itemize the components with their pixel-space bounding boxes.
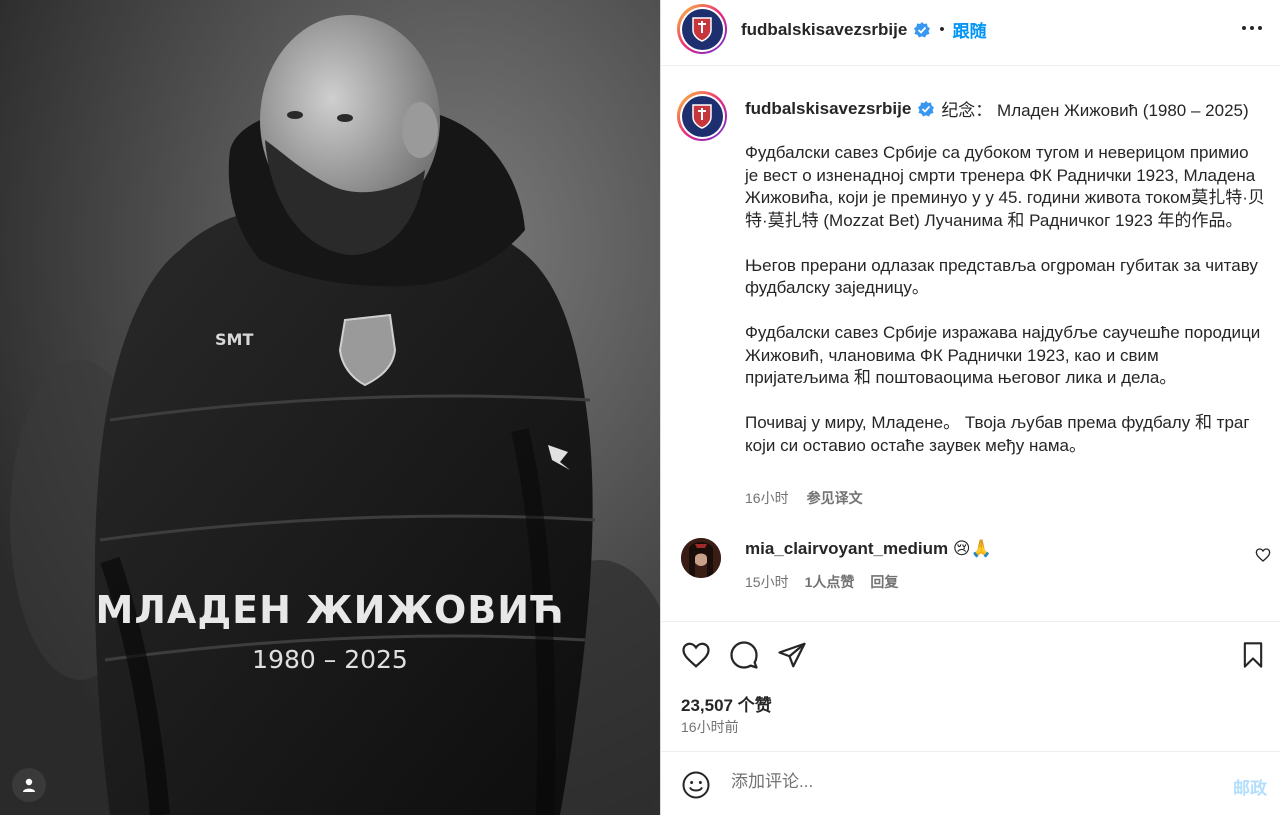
action-icons	[681, 640, 807, 675]
see-translation-button[interactable]: 参见译文	[807, 488, 863, 508]
header-username[interactable]: fudbalskisavezsrbije	[741, 20, 907, 40]
header-account: fudbalskisavezsrbije • 跟随	[741, 17, 987, 42]
reply-button[interactable]: 回复	[870, 572, 898, 592]
comment-time[interactable]: 15小时	[745, 572, 789, 592]
post-image[interactable]: SMT МЛАДЕН ЖИЖОВИЋ 1980 – 2025	[0, 0, 660, 815]
coach-photo: SMT	[0, 0, 660, 815]
comment-like-button[interactable]	[1255, 547, 1271, 568]
commenter-username[interactable]: mia_clairvoyant_medium	[745, 539, 948, 558]
svg-text:SMT: SMT	[215, 330, 253, 349]
post-sidebar: fudbalskisavezsrbije • 跟随 fudbalskisavez…	[660, 0, 1280, 815]
caption-time[interactable]: 16小时	[745, 488, 789, 508]
caption-paragraph: Почивај у миру, Младене。 Твоја љубав пре…	[745, 413, 1250, 455]
caption-username[interactable]: fudbalskisavezsrbije	[745, 99, 911, 119]
paper-plane-icon	[778, 642, 806, 668]
photo-years-overlay: 1980 – 2025	[252, 645, 408, 674]
smiley-icon	[682, 771, 710, 799]
user-icon	[23, 778, 35, 792]
photo-name-overlay: МЛАДЕН ЖИЖОВИЋ	[95, 588, 565, 632]
caption-title: 纪念： Младен Жижовић (1980 – 2025)	[941, 101, 1249, 120]
fss-crest-icon	[692, 17, 712, 42]
post-actions: 23,507 个赞 16小时前	[661, 621, 1280, 751]
fss-crest-icon	[692, 104, 712, 129]
like-button[interactable]	[681, 640, 711, 675]
posted-time[interactable]: 16小时前	[681, 717, 739, 737]
add-comment-bar: 邮政	[661, 751, 1280, 815]
comment-meta: 15小时 1人点赞 回复	[745, 572, 898, 592]
caption-meta: 16小时 参见译文	[745, 488, 863, 508]
post-comment-button[interactable]: 邮政	[1233, 774, 1267, 799]
comment-button[interactable]	[729, 640, 759, 675]
comment-emoji: 😢🙏	[952, 539, 992, 558]
caption-avatar[interactable]	[677, 91, 727, 141]
commenter-avatar[interactable]	[681, 538, 721, 578]
comment-item: mia_clairvoyant_medium 😢🙏 15小时 1人点赞 回复	[681, 536, 1271, 606]
verified-badge-icon	[918, 100, 935, 116]
caption-section: fudbalskisavezsrbije 纪念： Младен Жижовић …	[661, 66, 1280, 621]
emoji-picker-button[interactable]	[681, 770, 711, 805]
separator-dot: •	[939, 21, 945, 38]
comment-text: mia_clairvoyant_medium 😢🙏	[745, 539, 992, 559]
more-options-button[interactable]	[1241, 18, 1263, 43]
comment-bubble-icon	[730, 641, 758, 669]
account-avatar[interactable]	[677, 4, 727, 54]
caption-paragraph: Његов прерани одлазак представља огgрома…	[745, 255, 1258, 298]
share-button[interactable]	[777, 640, 807, 675]
caption-paragraph: Фудбалски савез Србије са дубоком тугом …	[745, 143, 1265, 230]
tagged-users-button[interactable]	[12, 768, 46, 802]
caption-body: Фудбалски савез Србије са дубоком тугом …	[745, 142, 1265, 480]
post-header: fudbalskisavezsrbije • 跟随	[661, 0, 1280, 66]
bookmark-icon	[1243, 642, 1263, 668]
heart-outline-icon	[682, 642, 710, 668]
comment-likes[interactable]: 1人点赞	[805, 572, 855, 592]
heart-outline-icon	[1255, 548, 1271, 562]
follow-button[interactable]: 跟随	[953, 17, 987, 42]
like-count[interactable]: 23,507 个赞	[681, 691, 772, 716]
caption-paragraph: Фудбалски савез Србије изражава најдубље…	[745, 323, 1261, 387]
caption-header: fudbalskisavezsrbije 纪念： Младен Жижовић …	[745, 96, 1249, 121]
save-button[interactable]	[1239, 640, 1267, 675]
more-horizontal-icon	[1242, 26, 1262, 30]
comment-input[interactable]	[729, 771, 1193, 793]
verified-badge-icon	[914, 21, 931, 37]
